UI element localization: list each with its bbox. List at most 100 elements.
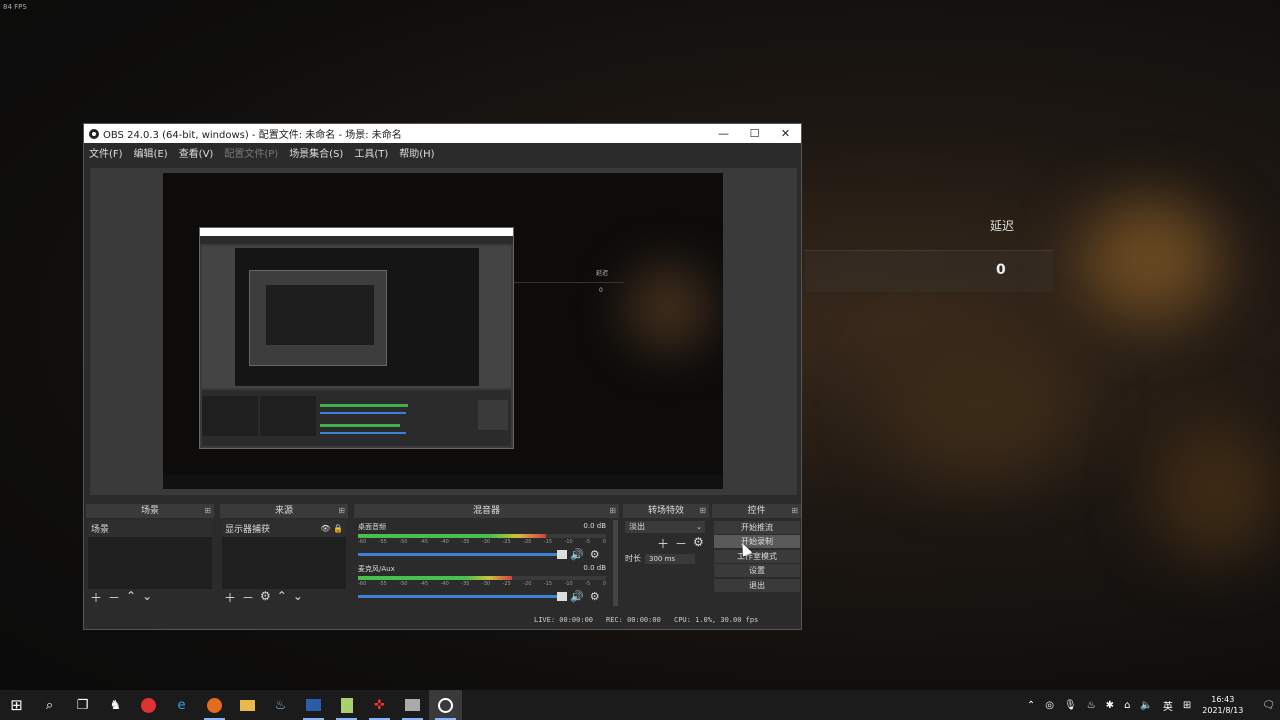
- dock-undock-icon[interactable]: ⊞: [609, 504, 616, 518]
- dock-undock-icon[interactable]: ⊞: [204, 504, 211, 518]
- bluetooth-icon[interactable]: ✱: [1106, 700, 1114, 711]
- clock[interactable]: 16:43 2021/8/13: [1202, 694, 1243, 716]
- channel-name: 麦克风/Aux: [358, 565, 395, 573]
- menu-file[interactable]: 文件(F): [89, 145, 123, 160]
- menu-scene-collection[interactable]: 场景集合(S): [289, 145, 343, 160]
- netease-music-icon[interactable]: [132, 690, 165, 720]
- network-icon[interactable]: ⌂: [1124, 700, 1130, 711]
- minimize-button[interactable]: —: [708, 124, 739, 143]
- ime-indicator[interactable]: 英: [1163, 698, 1173, 713]
- start-streaming-button[interactable]: 开始推流: [714, 521, 800, 534]
- source-item[interactable]: 显示器捕获 👁 🔒: [222, 520, 346, 537]
- search-icon[interactable]: ⌕: [33, 690, 66, 720]
- edge-icon[interactable]: e: [165, 690, 198, 720]
- move-up-icon[interactable]: ⌃: [277, 589, 287, 606]
- menu-view[interactable]: 查看(V): [179, 145, 214, 160]
- nested-taskbar: [163, 475, 723, 489]
- file-explorer-icon[interactable]: [231, 690, 264, 720]
- menu-profile[interactable]: 配置文件(P): [224, 145, 278, 160]
- mixer-scrollbar[interactable]: [613, 520, 618, 606]
- add-icon[interactable]: ＋: [90, 589, 102, 606]
- dock-undock-icon[interactable]: ⊞: [791, 504, 798, 518]
- move-down-icon[interactable]: ⌄: [293, 589, 303, 606]
- volume-knob[interactable]: [557, 550, 567, 559]
- transition-select[interactable]: 淡出 ⌄: [625, 521, 705, 533]
- start-recording-button[interactable]: 开始录制: [714, 535, 800, 548]
- latency-panel: [805, 250, 1053, 292]
- bg-glow-3: [1150, 420, 1280, 560]
- add-icon[interactable]: ＋: [224, 589, 236, 606]
- tray-app-icon[interactable]: ◎: [1045, 700, 1054, 711]
- powershell-icon[interactable]: [297, 690, 330, 720]
- meter-tick-label: -55: [378, 539, 387, 545]
- gear-icon[interactable]: ⚙: [590, 548, 600, 561]
- title-bar[interactable]: OBS 24.0.3 (64-bit, windows) - 配置文件: 未命名…: [84, 124, 801, 143]
- nested-volume-1: [320, 412, 406, 414]
- red-app-icon[interactable]: ✜: [363, 690, 396, 720]
- task-view-icon[interactable]: ❐: [66, 690, 99, 720]
- transitions-dock-header: 转场特效 ⊞: [623, 504, 709, 518]
- preview-glow: [623, 263, 713, 353]
- dock-undock-icon[interactable]: ⊞: [338, 504, 345, 518]
- move-up-icon[interactable]: ⌃: [126, 589, 136, 606]
- volume-slider[interactable]: [358, 550, 567, 559]
- menu-edit[interactable]: 编辑(E): [134, 145, 168, 160]
- menu-help[interactable]: 帮助(H): [399, 145, 434, 160]
- volume-icon[interactable]: 🔈: [1140, 700, 1152, 711]
- volume-knob[interactable]: [557, 592, 567, 601]
- gear-icon[interactable]: ⚙: [260, 589, 271, 606]
- meter-tick-label: -25: [502, 539, 511, 545]
- obs-logo-icon: [89, 128, 99, 139]
- exit-button[interactable]: 退出: [714, 579, 800, 592]
- meter-tick-label: -5: [585, 539, 591, 545]
- add-icon[interactable]: ＋: [657, 535, 669, 552]
- system-tray: ⌃ ◎ 🎙 ♨ ✱ ⌂ 🔈 英 ⊞ 16:43 2021/8/13 🗨: [1022, 690, 1280, 720]
- speaker-icon[interactable]: 🔊: [570, 590, 584, 603]
- ime-mode-icon[interactable]: ⊞: [1183, 700, 1191, 711]
- remove-icon[interactable]: －: [108, 589, 120, 606]
- notification-icon[interactable]: 🗨: [1262, 700, 1275, 711]
- obs-taskbar-icon[interactable]: [429, 690, 462, 720]
- steam-icon[interactable]: ♨: [264, 690, 297, 720]
- speaker-icon[interactable]: 🔊: [570, 548, 584, 561]
- audio-meter-fill: [358, 534, 547, 538]
- bg-glow-1: [1080, 200, 1220, 320]
- meter-tick-label: -30: [481, 539, 491, 545]
- gear-icon[interactable]: ⚙: [693, 535, 704, 552]
- nested-preview-canvas-deep: [266, 285, 374, 345]
- meter-tick-label: -45: [419, 539, 429, 545]
- steam-tray-icon[interactable]: ♨: [1087, 700, 1096, 711]
- move-down-icon[interactable]: ⌄: [142, 589, 152, 606]
- remove-icon[interactable]: －: [675, 535, 687, 552]
- maximize-button[interactable]: ☐: [739, 124, 770, 143]
- nested-latency-label: 延迟: [596, 270, 609, 277]
- notepad-icon[interactable]: [330, 690, 363, 720]
- dock-undock-icon[interactable]: ⊞: [699, 504, 706, 518]
- meter-tick-label: -55: [378, 581, 387, 587]
- scenes-dock-title: 场景: [140, 506, 159, 516]
- fps-counter: 84 FPS: [3, 3, 27, 11]
- firefox-icon[interactable]: [198, 690, 231, 720]
- windows-start-icon[interactable]: ⊞: [0, 690, 33, 720]
- scenes-list: 场景: [88, 520, 212, 589]
- preview-canvas[interactable]: 延迟 0: [163, 173, 723, 489]
- wolf-app-icon[interactable]: ♞: [99, 690, 132, 720]
- settings-button[interactable]: 设置: [714, 564, 800, 577]
- close-button[interactable]: ✕: [770, 124, 801, 143]
- meter-tick-label: -45: [419, 581, 429, 587]
- remove-icon[interactable]: －: [242, 589, 254, 606]
- volume-slider[interactable]: [358, 592, 567, 601]
- source-item-label: 显示器捕获: [225, 525, 271, 535]
- scene-item[interactable]: 场景: [88, 520, 212, 537]
- gray-app-icon[interactable]: [396, 690, 429, 720]
- menu-tools[interactable]: 工具(T): [354, 145, 388, 160]
- studio-mode-button[interactable]: 工作室模式: [714, 550, 800, 563]
- lock-icon[interactable]: 🔒: [333, 524, 343, 533]
- controls-dock-header: 控件 ⊞: [712, 504, 801, 518]
- gear-icon[interactable]: ⚙: [590, 590, 600, 603]
- sources-toolbar: ＋ － ⚙ ⌃ ⌄: [224, 589, 303, 606]
- eye-icon[interactable]: 👁: [320, 524, 330, 533]
- microphone-icon[interactable]: 🎙: [1064, 700, 1077, 711]
- duration-input[interactable]: 300 ms: [645, 553, 695, 564]
- chevron-up-icon[interactable]: ⌃: [1027, 700, 1035, 711]
